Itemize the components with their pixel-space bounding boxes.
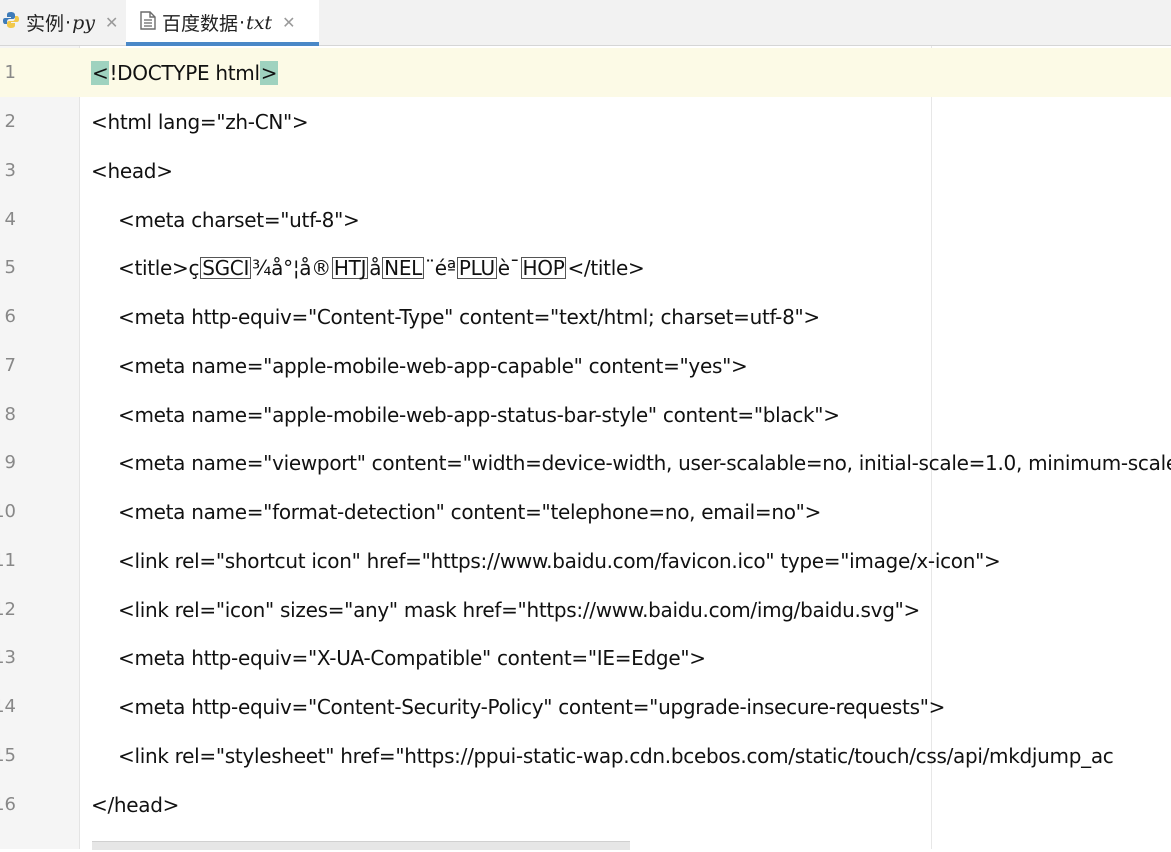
bracket-match: > xyxy=(259,60,279,85)
line-number: 7 xyxy=(4,355,16,376)
line-text: <meta name="apple-mobile-web-app-status-… xyxy=(118,402,840,427)
tab-title: 百度数据 xyxy=(162,13,239,35)
code-line[interactable]: 14 <meta http-equiv="Content-Security-Po… xyxy=(0,682,1171,731)
code-line[interactable]: 8 <meta name="apple-mobile-web-app-statu… xyxy=(0,390,1171,439)
tab-extension: txt xyxy=(246,11,273,34)
line-text: <meta http-equiv="Content-Security-Polic… xyxy=(118,694,946,719)
code-line[interactable]: 12 <link rel="icon" sizes="any" mask hre… xyxy=(0,585,1171,634)
code-line[interactable]: 7 <meta name="apple-mobile-web-app-capab… xyxy=(0,341,1171,390)
tab-text-file[interactable]: 百度数据 · txt ✕ xyxy=(126,0,319,46)
code-line[interactable]: 15 <link rel="stylesheet" href="https://… xyxy=(0,731,1171,780)
line-text: <meta charset="utf-8"> xyxy=(118,207,360,232)
code-line[interactable]: 5 <title>ç SGCI ¾å°¦å® HTJ å NEL ¨éª PLU è¯ HOP </… xyxy=(0,243,1171,292)
tab-separator: · xyxy=(239,11,246,34)
invalid-char-box: HOP xyxy=(520,255,567,280)
line-number: 14 xyxy=(0,696,16,717)
line-text: <html lang="zh-CN"> xyxy=(91,109,309,134)
code-line[interactable]: 2 <html lang="zh-CN"> xyxy=(0,97,1171,146)
code-line[interactable]: 6 <meta http-equiv="Content-Type" conten… xyxy=(0,292,1171,341)
line-text: <link rel="stylesheet" href="https://ppu… xyxy=(118,743,1114,768)
code-line[interactable]: 13 <meta http-equiv="X-UA-Compatible" co… xyxy=(0,633,1171,682)
invalid-char-box: NEL xyxy=(382,255,424,280)
code-line[interactable]: 3 <head> xyxy=(0,146,1171,195)
line-text: < !DOCTYPE html > xyxy=(91,48,279,97)
python-file-icon xyxy=(2,11,20,34)
code-line[interactable]: 10 <meta name="format-detection" content… xyxy=(0,487,1171,536)
close-icon[interactable]: ✕ xyxy=(282,13,295,32)
close-icon[interactable]: ✕ xyxy=(105,13,118,32)
code-line[interactable]: 1 < !DOCTYPE html > xyxy=(0,48,1171,97)
line-number: 16 xyxy=(0,794,16,815)
code-line[interactable]: 11 <link rel="shortcut icon" href="https… xyxy=(0,536,1171,585)
tab-title: 实例 xyxy=(26,13,65,35)
line-text: <meta http-equiv="X-UA-Compatible" conte… xyxy=(118,645,706,670)
line-number: 2 xyxy=(4,111,16,132)
invalid-char-box: HTJ xyxy=(331,255,369,280)
line-text: <meta name="apple-mobile-web-app-capable… xyxy=(118,353,748,378)
editor-tab-bar: 实例 · py ✕ 百度数据 · txt ✕ xyxy=(0,0,1171,46)
code-line[interactable]: 16 </head> xyxy=(0,780,1171,829)
line-text: <link rel="shortcut icon" href="https://… xyxy=(118,548,1001,573)
line-text: <link rel="icon" sizes="any" mask href="… xyxy=(118,597,920,622)
line-text: <title>ç SGCI ¾å°¦å® HTJ å NEL ¨éª PLU è¯ HOP </ti… xyxy=(118,255,645,280)
tab-separator: · xyxy=(65,11,72,34)
invalid-char-box: SGCI xyxy=(200,255,252,280)
tab-python-file[interactable]: 实例 · py ✕ xyxy=(0,0,126,45)
code-line[interactable]: 9 <meta name="viewport" content="width=d… xyxy=(0,438,1171,487)
line-text: <meta name="format-detection" content="t… xyxy=(118,499,822,524)
line-text: </head> xyxy=(91,792,180,817)
invalid-char-box: PLU xyxy=(456,255,497,280)
line-number: 4 xyxy=(4,209,16,230)
line-number: 6 xyxy=(4,306,16,327)
line-number: 12 xyxy=(0,599,16,620)
text-file-icon xyxy=(140,10,156,35)
line-text: <head> xyxy=(91,158,173,183)
line-number: 9 xyxy=(4,452,16,473)
line-text: <meta http-equiv="Content-Type" content=… xyxy=(118,304,820,329)
line-number: 5 xyxy=(4,257,16,278)
line-number: 11 xyxy=(0,550,16,571)
line-number: 10 xyxy=(0,501,16,522)
line-number: 15 xyxy=(0,745,16,766)
line-text: <meta name="viewport" content="width=dev… xyxy=(118,450,1171,475)
line-body: !DOCTYPE html xyxy=(109,60,260,85)
line-number: 8 xyxy=(4,404,16,425)
line-number: 1 xyxy=(0,48,80,97)
line-number: 3 xyxy=(4,160,16,181)
line-number: 13 xyxy=(0,647,16,668)
code-line[interactable]: 4 <meta charset="utf-8"> xyxy=(0,195,1171,244)
tab-extension: py xyxy=(72,11,95,34)
bracket-match: < xyxy=(91,60,110,85)
